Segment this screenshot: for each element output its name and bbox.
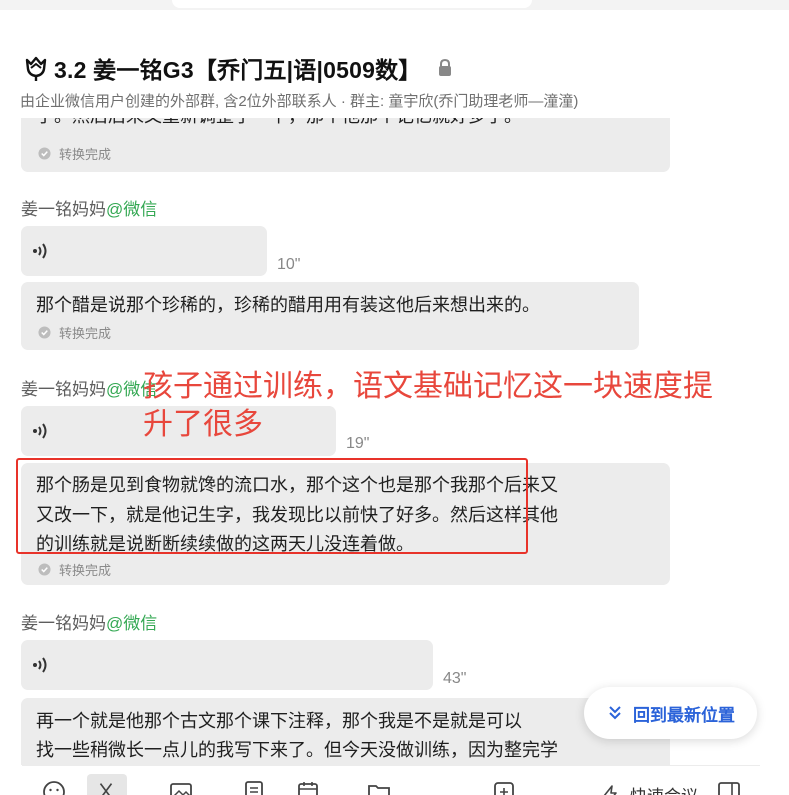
- scissors-button[interactable]: [87, 774, 127, 795]
- annotation-text: 孩子通过训练，语文基础记忆这一块速度提 升了很多: [143, 370, 713, 441]
- sidebar-toggle-icon[interactable]: [717, 780, 741, 795]
- chevron-down-icon[interactable]: [396, 786, 408, 795]
- window-top-strip: [0, 0, 789, 10]
- group-title: 3.2 姜一铭G3【乔门五|语|0509数】: [54, 57, 422, 83]
- chevron-down-icon[interactable]: [130, 786, 142, 795]
- wechat-source: @微信: [106, 614, 158, 633]
- chevron-down-icon[interactable]: [325, 786, 337, 795]
- wechat-source: @微信: [106, 200, 158, 219]
- transcript-bubble[interactable]: 那个醋是说那个珍稀的，珍稀的醋用用有装这他后来想出来的。 转换完成: [21, 282, 639, 350]
- conversion-status: 转换完成: [38, 560, 111, 579]
- check-circle-icon: [38, 147, 51, 160]
- tulip-icon: [25, 56, 47, 81]
- message-list[interactable]: 了。然后后来又重新调整了一下，那个他那个记忆就好多了。 转换完成 姜一铭妈妈@微…: [0, 118, 789, 765]
- conversion-status: 转换完成: [38, 144, 111, 163]
- input-toolbar: 快速会议: [22, 765, 760, 795]
- chevron-down-icon[interactable]: [197, 786, 209, 795]
- scissors-icon: [99, 783, 113, 795]
- transcript-line: 再一个就是他那个古文那个课下注释，那个我是不是就是可以: [36, 711, 522, 731]
- jump-to-latest-button[interactable]: 回到最新位置: [584, 687, 757, 739]
- transcript-line: 找一些稍微长一点儿的我写下来了。但今天没做训练，因为整完学: [36, 740, 558, 760]
- voice-message[interactable]: [21, 640, 433, 690]
- transcript-bubble[interactable]: 了。然后后来又重新调整了一下，那个他那个记忆就好多了。 转换完成: [21, 118, 670, 172]
- sender-name[interactable]: 姜一铭妈妈@微信: [21, 375, 157, 400]
- check-circle-icon: [38, 326, 51, 339]
- title-row: 3.2 姜一铭G3【乔门五|语|0509数】: [22, 52, 453, 84]
- voice-wave-icon: [33, 423, 47, 439]
- check-circle-icon: [38, 563, 51, 576]
- image-icon[interactable]: [169, 780, 193, 795]
- window-tab[interactable]: [172, 0, 532, 8]
- quick-meeting-button[interactable]: 快速会议: [600, 782, 698, 795]
- voice-wave-icon: [33, 657, 47, 673]
- status-text: 转换完成: [59, 326, 112, 341]
- plus-box-icon[interactable]: [492, 780, 516, 795]
- group-subtitle: 由企业微信用户创建的外部群, 含2位外部联系人 · 群主: 童宇欣(乔门助理老师…: [20, 93, 579, 110]
- folder-icon[interactable]: [367, 780, 391, 795]
- lock-icon: [439, 59, 452, 76]
- calendar-icon[interactable]: [296, 780, 320, 795]
- lightning-icon: [603, 784, 617, 795]
- conversion-status: 转换完成: [38, 323, 111, 342]
- document-icon[interactable]: [242, 780, 266, 795]
- voice-duration: 10": [277, 256, 301, 273]
- voice-message[interactable]: [21, 226, 267, 276]
- quick-meeting-label: 快速会议: [630, 782, 698, 795]
- voice-wave-icon: [33, 243, 47, 259]
- status-text: 转换完成: [59, 563, 112, 578]
- sender-name[interactable]: 姜一铭妈妈@微信: [21, 195, 157, 220]
- highlight-box: [16, 458, 528, 554]
- emoji-icon[interactable]: [42, 780, 66, 795]
- jump-label: 回到最新位置: [633, 705, 735, 725]
- transcript-bubble[interactable]: 再一个就是他那个古文那个课下注释，那个我是不是就是可以 找一些稍微长一点儿的我写…: [21, 698, 670, 765]
- transcript-text: 了。然后后来又重新调整了一下，那个他那个记忆就好多了。: [36, 118, 522, 131]
- voice-duration: 43": [443, 670, 467, 687]
- sender-name[interactable]: 姜一铭妈妈@微信: [21, 609, 157, 634]
- chat-header: 3.2 姜一铭G3【乔门五|语|0509数】 由企业微信用户创建的外部群, 含2…: [0, 10, 789, 118]
- transcript-text: 那个醋是说那个珍稀的，珍稀的醋用用有装这他后来想出来的。: [36, 295, 540, 315]
- double-chevron-down-icon: [609, 706, 621, 720]
- status-text: 转换完成: [59, 147, 112, 162]
